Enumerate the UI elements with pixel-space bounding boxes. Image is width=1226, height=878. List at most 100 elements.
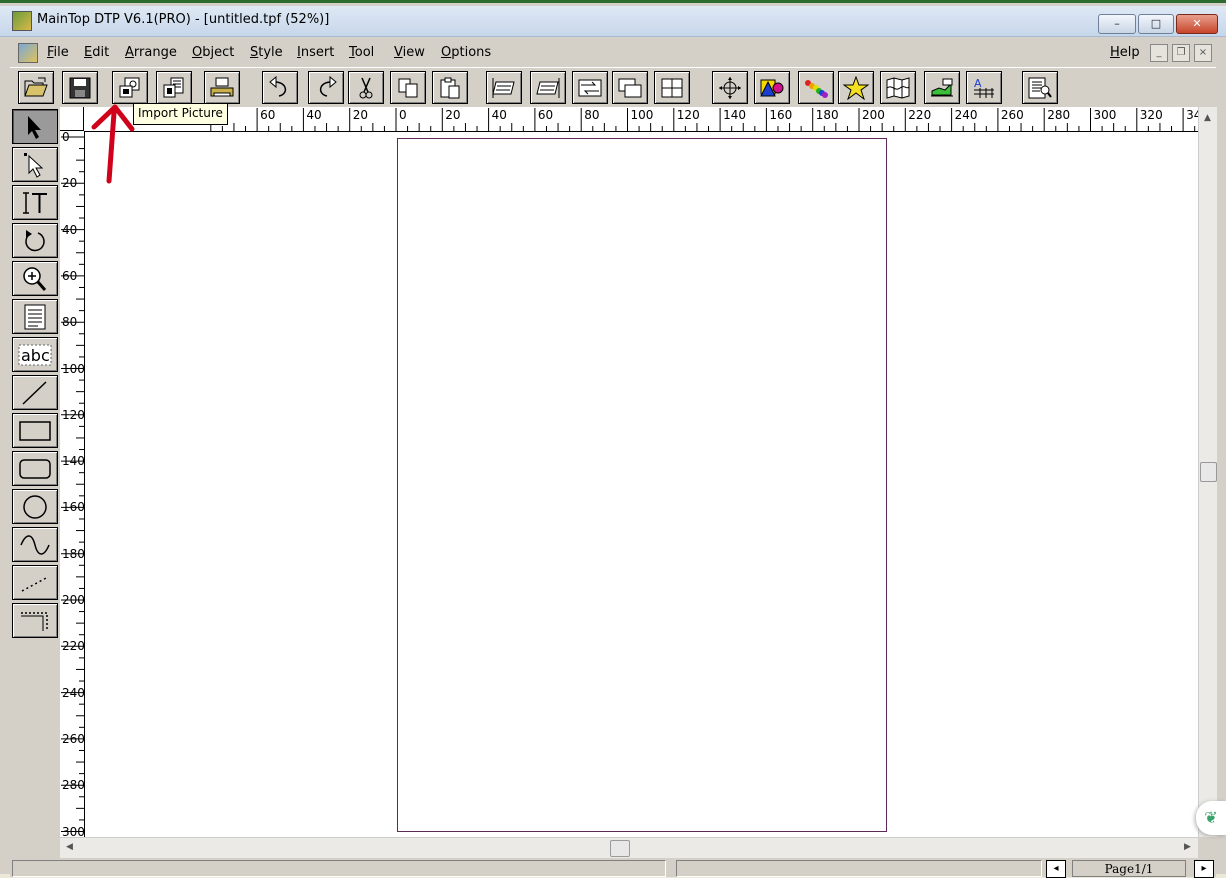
- ellipse-icon: [23, 494, 47, 519]
- ruler-label: 60: [260, 108, 276, 122]
- ruler-label: 260: [62, 731, 85, 746]
- ruler-label: 100: [630, 108, 654, 122]
- prev-page-button[interactable]: ◂: [1046, 860, 1066, 878]
- menu-edit[interactable]: Edit: [84, 45, 109, 60]
- ungroup-button[interactable]: [654, 71, 690, 104]
- preview-icon: [1028, 77, 1052, 98]
- minimize-button[interactable]: –: [1098, 14, 1136, 34]
- menu-help[interactable]: Help: [1110, 45, 1140, 60]
- document-page[interactable]: [397, 138, 887, 832]
- text-tool[interactable]: [12, 185, 58, 220]
- ruler-label: 260: [1000, 108, 1024, 122]
- cut-icon: [359, 77, 373, 98]
- mdi-close-button[interactable]: ×: [1194, 44, 1212, 62]
- scroll-right-icon[interactable]: ▶: [1184, 842, 1191, 852]
- cut-button[interactable]: [348, 71, 384, 104]
- menu-style[interactable]: Style: [250, 45, 283, 60]
- rectangle-tool[interactable]: [12, 413, 58, 448]
- undo-button[interactable]: [262, 71, 298, 104]
- bring-forward-icon: [492, 77, 515, 98]
- ruler-label: 300: [62, 824, 85, 838]
- chart-button[interactable]: [924, 71, 960, 104]
- scroll-up-icon[interactable]: ▲: [1204, 113, 1211, 123]
- redo-button[interactable]: [308, 71, 344, 104]
- mdi-restore-button[interactable]: ❐: [1172, 44, 1190, 62]
- copy-button[interactable]: [390, 71, 426, 104]
- text-table-icon: A: [974, 77, 994, 98]
- abc-text-icon: abc: [18, 344, 52, 365]
- scroll-left-icon[interactable]: ◀: [66, 842, 73, 852]
- horizontal-scrollbar[interactable]: ◀ ▶: [60, 837, 1198, 858]
- ruler-label: 120: [62, 407, 85, 422]
- canvas-area[interactable]: [85, 132, 1198, 837]
- ellipse-tool[interactable]: [12, 489, 58, 524]
- assistant-widget-icon[interactable]: ❦: [1196, 801, 1226, 835]
- text-table-button[interactable]: A: [966, 71, 1002, 104]
- zoom-tool[interactable]: [12, 261, 58, 296]
- app-icon[interactable]: [12, 11, 32, 31]
- horizontal-ruler: 60 40 20 0 20 40 60 80 100 120 140 160 180 200 220 240 2…: [84, 107, 1198, 132]
- move-button[interactable]: [712, 71, 748, 104]
- flip-button[interactable]: [572, 71, 608, 104]
- send-backward-button[interactable]: [530, 71, 566, 104]
- select-tool[interactable]: [12, 109, 58, 144]
- ruler-corner[interactable]: [60, 107, 84, 131]
- ruler-label: 120: [676, 108, 700, 122]
- group-button[interactable]: [612, 71, 648, 104]
- ruler-label: 40: [306, 108, 322, 122]
- ruler-label: 180: [815, 108, 839, 122]
- menu-object[interactable]: Object: [192, 45, 234, 60]
- dotted-line-tool[interactable]: [12, 565, 58, 600]
- vertical-scrollbar[interactable]: ▲: [1198, 107, 1217, 837]
- curve-tool[interactable]: [12, 527, 58, 562]
- menu-arrange[interactable]: Arrange: [125, 45, 177, 60]
- ruler-label: 300: [1093, 108, 1117, 122]
- color-button[interactable]: [798, 71, 834, 104]
- node-edit-tool[interactable]: [12, 147, 58, 182]
- export-button[interactable]: [156, 71, 192, 104]
- menu-insert[interactable]: Insert: [297, 45, 334, 60]
- ruler-label: 240: [62, 685, 85, 700]
- dimension-tool[interactable]: [12, 603, 58, 638]
- bring-forward-button[interactable]: [486, 71, 522, 104]
- text-tool-icon: [23, 191, 47, 214]
- vertical-scroll-thumb[interactable]: [1200, 462, 1217, 482]
- paste-button[interactable]: [432, 71, 468, 104]
- document-icon[interactable]: [18, 43, 38, 63]
- toolbox: abc: [10, 107, 60, 837]
- ruler-label: 280: [62, 778, 85, 793]
- maximize-button[interactable]: □: [1138, 14, 1174, 34]
- svg-text:A: A: [974, 77, 982, 90]
- menu-view[interactable]: View: [394, 45, 425, 60]
- ruler-label: 320: [1139, 108, 1163, 122]
- svg-text:abc: abc: [21, 346, 50, 365]
- text-frame-tool[interactable]: [12, 299, 58, 334]
- ruler-label: 20: [445, 108, 461, 122]
- app-window: MainTop DTP V6.1(PRO) - [untitled.tpf (5…: [0, 0, 1226, 878]
- horizontal-scroll-thumb[interactable]: [610, 840, 630, 857]
- open-button[interactable]: [18, 71, 54, 104]
- abc-text-tool[interactable]: abc: [12, 337, 58, 372]
- chart-icon: [931, 78, 953, 96]
- rotate-tool[interactable]: [12, 223, 58, 258]
- ruler-label: 200: [62, 593, 85, 607]
- text-frame-icon: [24, 304, 46, 329]
- menu-tool[interactable]: Tool: [349, 45, 374, 60]
- map-button[interactable]: [880, 71, 916, 104]
- close-button[interactable]: ✕: [1176, 14, 1218, 34]
- print-button[interactable]: [204, 71, 240, 104]
- preview-button[interactable]: [1022, 71, 1058, 104]
- next-page-button[interactable]: ▸: [1194, 860, 1214, 878]
- dotted-line-icon: [21, 575, 49, 592]
- star-button[interactable]: [838, 71, 874, 104]
- rounded-rect-tool[interactable]: [12, 451, 58, 486]
- ruler-label: 160: [62, 500, 85, 515]
- ungroup-icon: [661, 78, 683, 97]
- line-tool[interactable]: [12, 375, 58, 410]
- ruler-label: 40: [62, 222, 78, 237]
- mdi-minimize-button[interactable]: _: [1150, 44, 1168, 62]
- menu-options[interactable]: Options: [441, 45, 491, 60]
- menu-file[interactable]: File: [47, 45, 69, 60]
- shapes-button[interactable]: [754, 71, 790, 104]
- ruler-label: 80: [584, 108, 600, 122]
